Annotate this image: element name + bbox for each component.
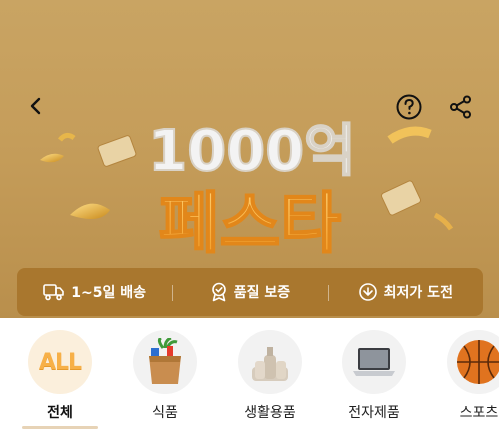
category-label: 전체 <box>47 405 73 421</box>
category-tab-sports[interactable]: 스포츠 <box>427 330 499 422</box>
ribbon-decoration <box>387 126 432 144</box>
laptop-icon <box>353 348 395 376</box>
promo-banner: 1000억 페스타 1~5일 배송 품질 보증 최저가 도전 <box>0 0 499 318</box>
title-top-text: 1000억 <box>148 119 355 184</box>
category-electronics-thumb <box>342 330 406 394</box>
benefit-bar: 1~5일 배송 품질 보증 최저가 도전 <box>17 268 483 316</box>
benefit-lowest-price-label: 최저가 도전 <box>383 285 453 301</box>
money-bill-decoration <box>381 180 421 216</box>
category-household-thumb <box>238 330 302 394</box>
ribbon-decoration <box>433 212 454 231</box>
benefit-delivery-label: 1~5일 배송 <box>71 285 147 301</box>
truck-icon <box>43 284 65 301</box>
category-tab-household[interactable]: 생활용품 <box>218 330 322 422</box>
category-tab-all[interactable]: ALL 전체 <box>8 330 112 429</box>
back-button[interactable] <box>22 92 50 120</box>
ribbon-decoration <box>58 132 76 142</box>
category-label: 전자제품 <box>348 405 400 421</box>
category-food-thumb <box>133 330 197 394</box>
help-button[interactable] <box>394 92 424 122</box>
badge-icon <box>211 282 226 302</box>
household-bottles-icon <box>252 347 288 381</box>
benefit-delivery: 1~5일 배송 <box>17 282 172 302</box>
basketball-icon <box>457 340 499 384</box>
benefit-quality-label: 품질 보증 <box>233 285 291 301</box>
question-circle-icon <box>396 94 422 120</box>
category-tabs: ALL 전체 식품 생활용품 전자제품 스포츠 <box>0 330 499 429</box>
money-bill-decoration <box>97 135 137 167</box>
category-sports-thumb <box>447 330 499 394</box>
category-tab-food[interactable]: 식품 <box>113 330 217 422</box>
all-badge: ALL <box>38 349 82 375</box>
chevron-left-icon <box>30 97 41 115</box>
title-main-text: 페스타 <box>159 185 341 262</box>
category-label: 식품 <box>152 405 178 421</box>
share-button[interactable] <box>446 92 476 122</box>
category-label: 생활용품 <box>244 405 296 421</box>
category-tab-electronics[interactable]: 전자제품 <box>322 330 426 422</box>
share-icon <box>450 95 471 119</box>
ribbon-decoration <box>40 153 64 163</box>
benefit-lowest-price: 최저가 도전 <box>327 282 483 302</box>
grocery-bag-icon <box>149 338 181 384</box>
category-all-thumb: ALL <box>28 330 92 394</box>
lowest-price-icon <box>358 283 377 301</box>
benefit-quality: 품질 보증 <box>172 282 327 302</box>
category-label: 스포츠 <box>459 405 499 421</box>
festival-title-art: 1000억 페스타 <box>40 118 454 263</box>
ribbon-decoration <box>70 203 110 219</box>
